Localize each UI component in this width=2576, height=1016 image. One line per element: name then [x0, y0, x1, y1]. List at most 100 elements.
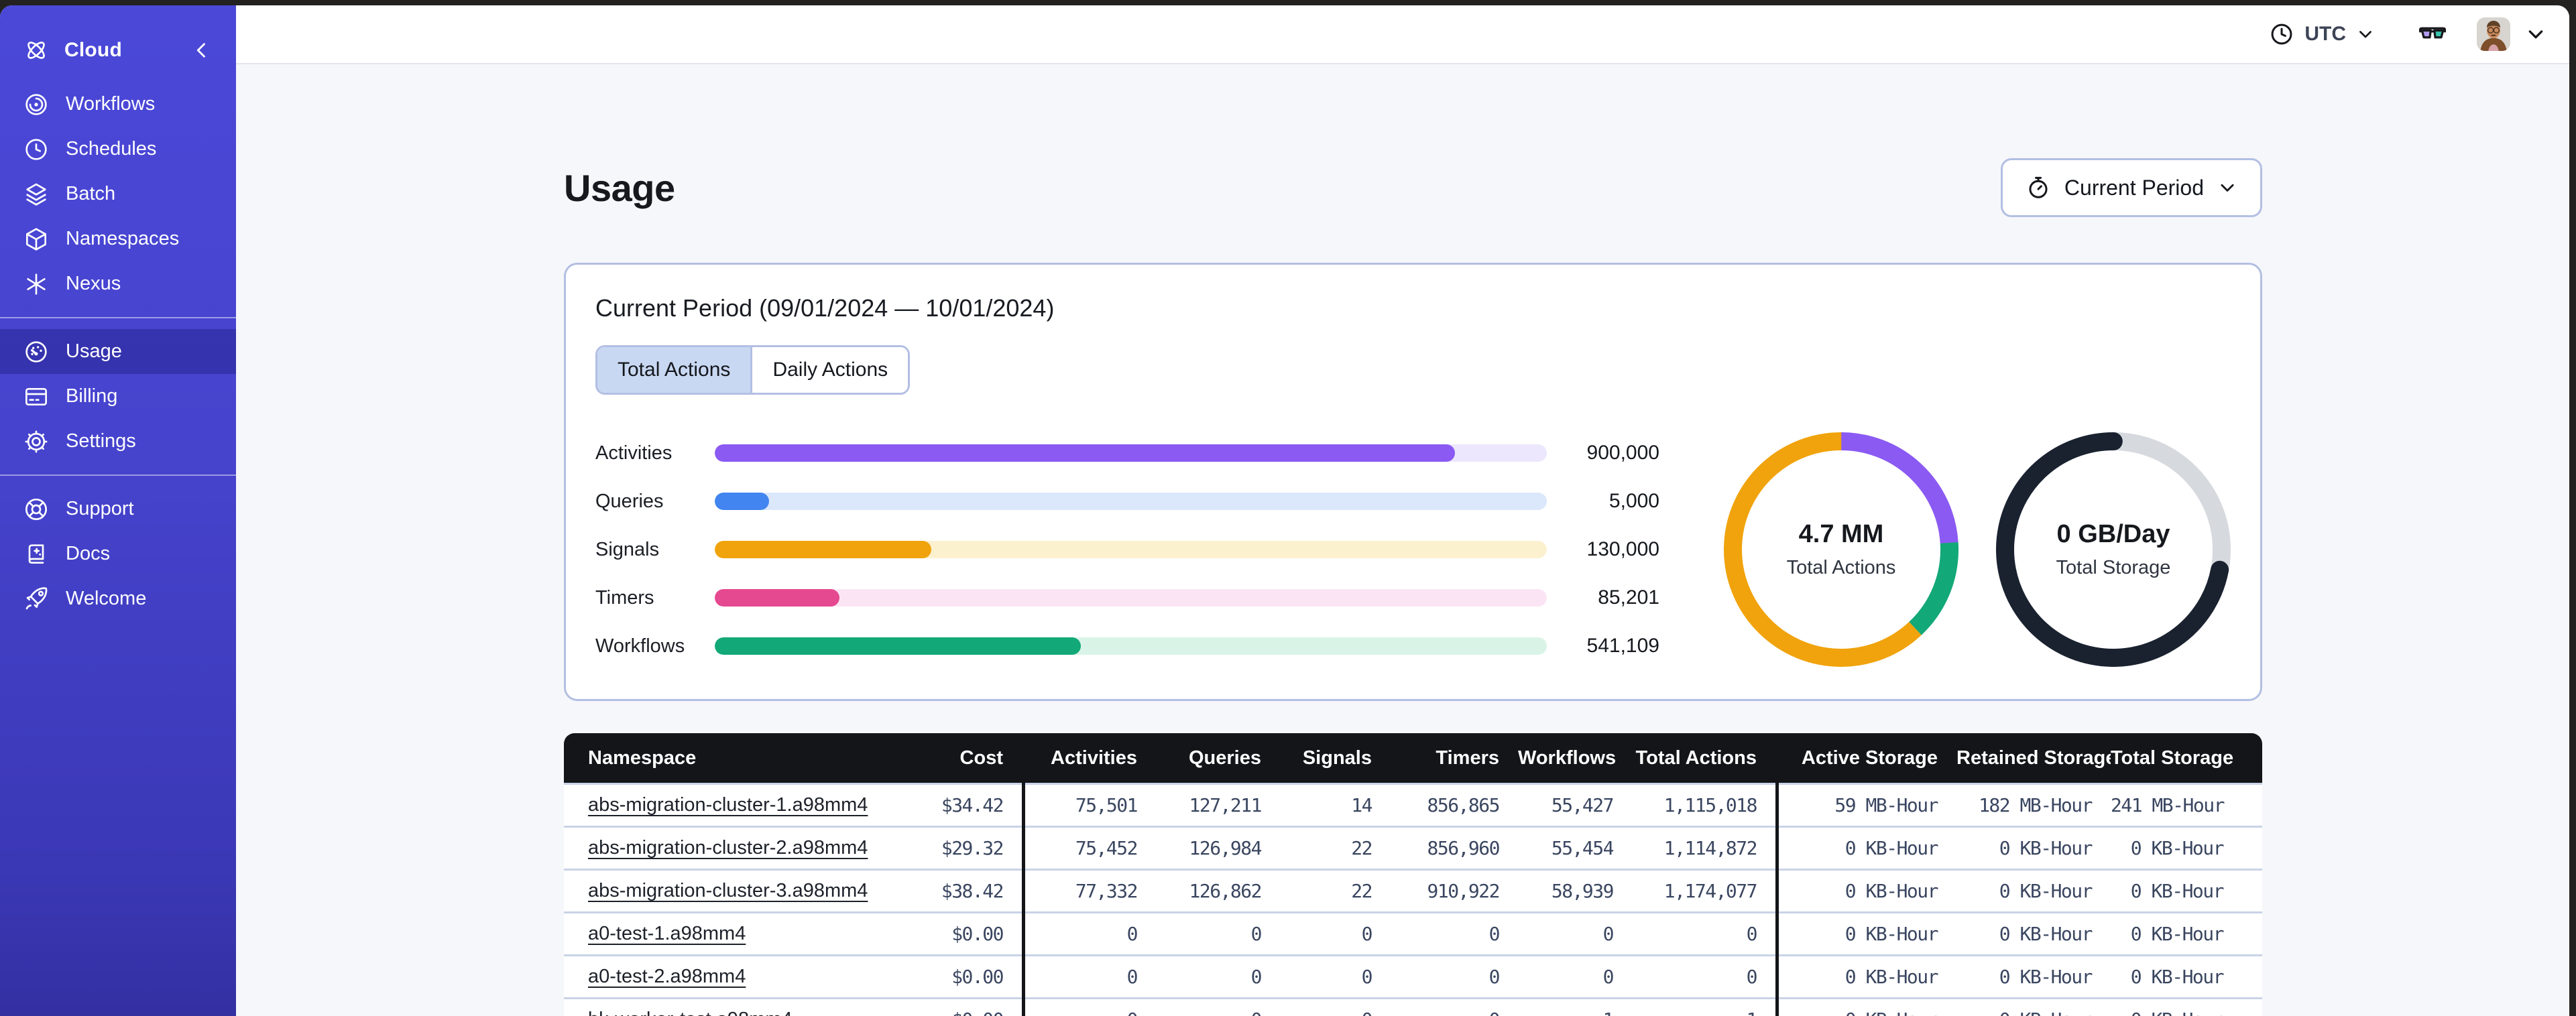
table-vertical-divider	[1022, 783, 1025, 1016]
docs-book-icon	[23, 541, 50, 568]
labs-glasses-toggle[interactable]	[2418, 24, 2447, 44]
table-vertical-divider	[1775, 783, 1779, 1016]
sidebar-nav-account: Usage Billing Settings	[0, 329, 236, 464]
bar-row-activities: Activities 900,000	[595, 442, 1659, 464]
sidebar-item-settings[interactable]: Settings	[0, 419, 236, 464]
sidebar-item-support[interactable]: Support	[0, 487, 236, 531]
nexus-asterisk-icon	[23, 271, 50, 298]
bar-track	[715, 541, 1547, 558]
bar-track	[715, 493, 1547, 510]
temporal-logo-icon	[23, 37, 50, 64]
period-selector-button[interactable]: Current Period	[2000, 158, 2262, 217]
column-header: Timers	[1436, 747, 1499, 769]
sidebar-item-label: Docs	[66, 543, 111, 564]
sidebar-item-label: Usage	[66, 340, 122, 362]
user-avatar[interactable]	[2477, 17, 2510, 51]
bar-fill	[715, 637, 1081, 655]
bar-track	[715, 444, 1547, 462]
sidebar-item-docs[interactable]: Docs	[0, 531, 236, 576]
sidebar-item-workflows[interactable]: Workflows	[0, 82, 236, 127]
sidebar-item-label: Support	[66, 498, 134, 519]
sidebar-item-batch[interactable]: Batch	[0, 172, 236, 216]
batch-layers-icon	[23, 181, 50, 208]
sidebar-item-label: Batch	[66, 183, 116, 204]
namespace-link[interactable]: abs-migration-cluster-3.a98mm4	[588, 880, 868, 901]
glasses-icon	[2418, 24, 2447, 44]
bar-row-workflows: Workflows 541,109	[595, 635, 1659, 657]
sidebar-divider	[0, 317, 236, 318]
workflows-icon	[23, 91, 50, 118]
bar-fill	[715, 493, 769, 510]
namespace-link[interactable]: bk-worker-test.a98mm4	[588, 1009, 793, 1016]
brand-label: Cloud	[64, 39, 122, 61]
column-header: Active Storage	[1801, 747, 1938, 769]
sidebar-nav-primary: Workflows Schedules Batch Namespaces Nex…	[0, 82, 236, 306]
sidebar: Cloud Workflows Schedules Batch Namespac…	[0, 5, 236, 1016]
timezone-selector[interactable]: UTC	[2269, 21, 2375, 47]
table-row: a0-test-2.a98mm4 $0.00 0 0 0 0 0 0 0 KB-…	[564, 954, 2262, 997]
sidebar-divider	[0, 474, 236, 476]
column-header: Workflows	[1518, 747, 1617, 769]
bar-track	[715, 589, 1547, 607]
period-selector-label: Current Period	[2064, 175, 2204, 200]
current-period-card: Current Period (09/01/2024 — 10/01/2024)…	[564, 263, 2262, 701]
usage-gauge-icon	[23, 338, 50, 365]
bar-row-signals: Signals 130,000	[595, 538, 1659, 560]
donut-value: 0 GB/Day	[2056, 520, 2170, 548]
namespaces-cube-icon	[23, 226, 50, 253]
table-row: a0-test-1.a98mm4 $0.00 0 0 0 0 0 0 0 KB-…	[564, 911, 2262, 954]
table-row: bk-worker-test.a98mm4 $0.00 0 0 0 0 1 1 …	[564, 997, 2262, 1016]
bar-row-timers: Timers 85,201	[595, 586, 1659, 609]
stopwatch-icon	[2026, 175, 2051, 200]
welcome-rocket-icon	[23, 586, 50, 613]
tab-daily-actions[interactable]: Daily Actions	[750, 347, 909, 393]
sidebar-nav-help: Support Docs Welcome	[0, 487, 236, 621]
sidebar-collapse-button[interactable]	[190, 39, 213, 62]
column-header: Total Actions	[1635, 747, 1757, 769]
namespace-link[interactable]: a0-test-2.a98mm4	[588, 966, 746, 987]
actions-view-tabs: Total Actions Daily Actions	[595, 345, 911, 395]
support-lifering-icon	[23, 496, 50, 523]
bar-fill	[715, 541, 931, 558]
total-actions-donut: 4.7 MM Total Actions	[1724, 432, 1958, 667]
user-menu-chevron-icon[interactable]	[2525, 23, 2546, 45]
sidebar-item-label: Schedules	[66, 138, 157, 160]
column-header: Queries	[1189, 747, 1261, 769]
donut-caption: Total Storage	[2056, 557, 2171, 578]
column-header: Cost	[959, 747, 1003, 769]
column-header: Signals	[1302, 747, 1372, 769]
actions-bar-chart: Activities 900,000 Queries 5,000 Signals	[595, 442, 1659, 657]
table-row: abs-migration-cluster-3.a98mm4 $38.42 77…	[564, 869, 2262, 911]
sidebar-item-usage[interactable]: Usage	[0, 329, 236, 374]
timezone-label: UTC	[2304, 23, 2346, 45]
bar-track	[715, 637, 1547, 655]
table-row: abs-migration-cluster-2.a98mm4 $29.32 75…	[564, 826, 2262, 869]
settings-gear-icon	[23, 428, 50, 455]
bar-fill	[715, 589, 840, 607]
sidebar-item-label: Workflows	[66, 93, 156, 115]
sidebar-item-schedules[interactable]: Schedules	[0, 127, 236, 172]
period-card-title: Current Period (09/01/2024 — 10/01/2024)	[595, 294, 1055, 322]
namespace-link[interactable]: a0-test-1.a98mm4	[588, 923, 746, 944]
namespace-link[interactable]: abs-migration-cluster-1.a98mm4	[588, 794, 868, 816]
billing-card-icon	[23, 383, 50, 410]
content-area: Usage Current Period Current Period (09/…	[236, 64, 2569, 1016]
sidebar-item-label: Namespaces	[66, 228, 180, 249]
sidebar-item-billing[interactable]: Billing	[0, 374, 236, 419]
namespace-usage-table: Namespace Cost Activities Queries Signal…	[564, 733, 2262, 1016]
clock-icon	[2269, 21, 2294, 47]
bar-fill	[715, 444, 1456, 462]
namespace-link[interactable]: abs-migration-cluster-2.a98mm4	[588, 837, 868, 859]
sidebar-item-welcome[interactable]: Welcome	[0, 576, 236, 621]
table-header-row: Namespace Cost Activities Queries Signal…	[564, 733, 2262, 783]
bar-row-queries: Queries 5,000	[595, 490, 1659, 512]
total-storage-donut: 0 GB/Day Total Storage	[1996, 432, 2231, 667]
column-header: Total Storage	[2111, 747, 2234, 769]
tab-total-actions[interactable]: Total Actions	[597, 347, 751, 393]
sidebar-item-label: Welcome	[66, 588, 147, 609]
sidebar-item-label: Billing	[66, 385, 118, 407]
sidebar-header: Cloud	[0, 28, 236, 72]
table-row: abs-migration-cluster-1.a98mm4 $34.42 75…	[564, 783, 2262, 826]
sidebar-item-namespaces[interactable]: Namespaces	[0, 216, 236, 261]
sidebar-item-nexus[interactable]: Nexus	[0, 261, 236, 306]
